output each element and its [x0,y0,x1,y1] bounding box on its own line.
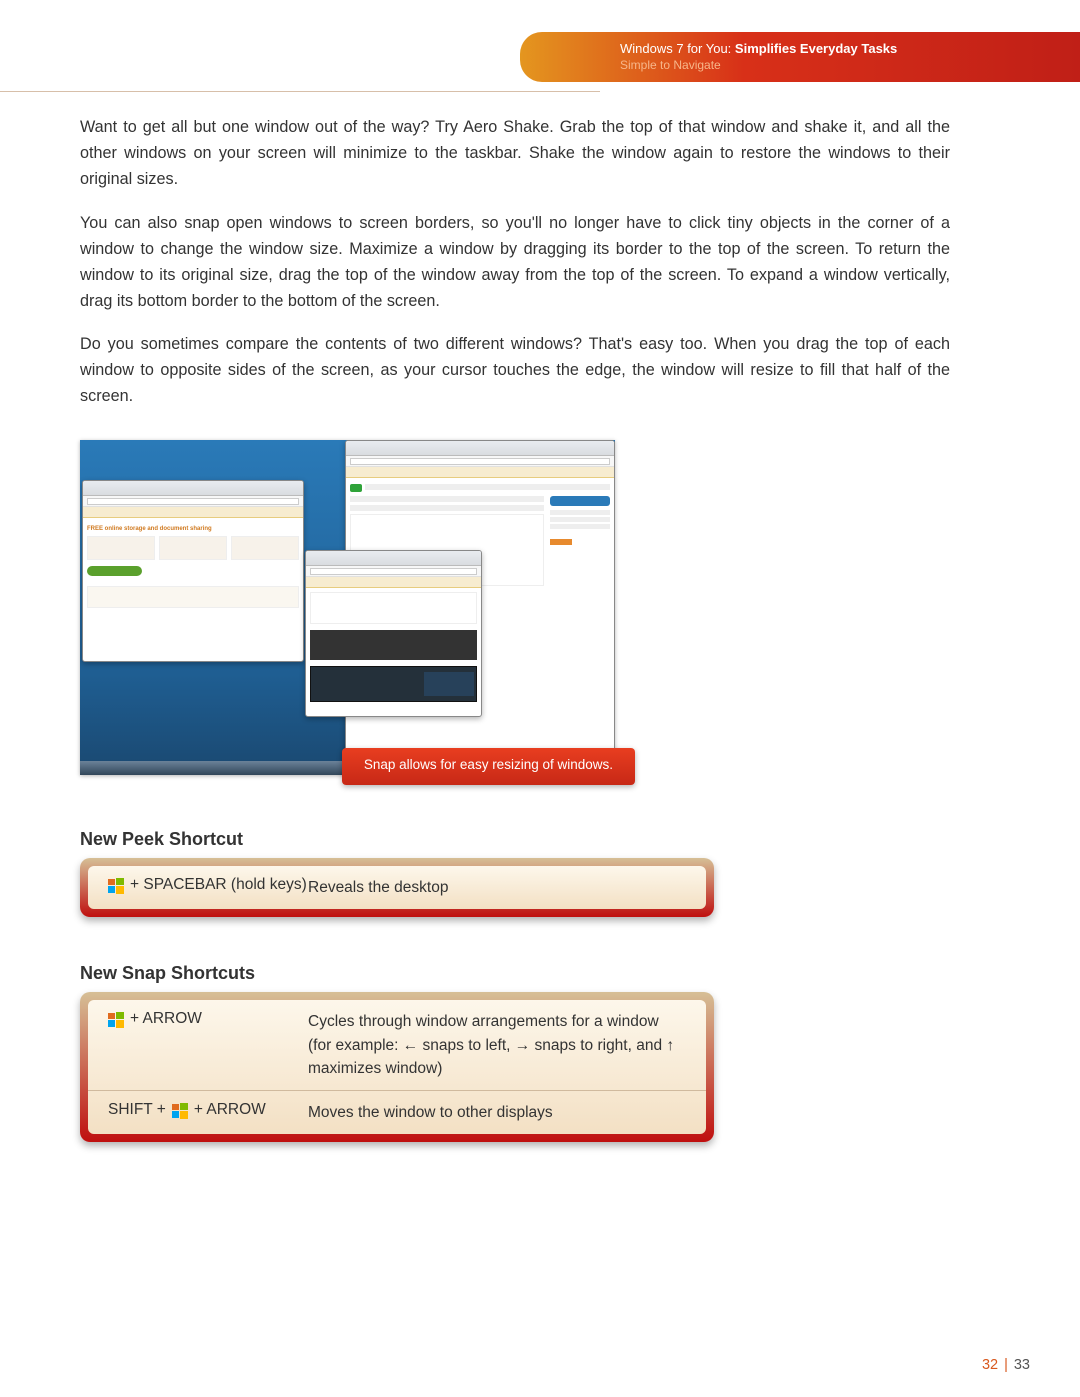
header-title-line: Windows 7 for You: Simplifies Everyday T… [620,41,1080,58]
page-number-sep: | [1004,1357,1008,1373]
snap-shortcut-table: + ARROW Cycles through window arrangemen… [80,992,714,1142]
body-paragraph: Do you sometimes compare the contents of… [80,332,950,410]
snap-screenshot: FREE online storage and document sharing [80,440,615,775]
shortcut-key-text: + ARROW [130,1010,202,1028]
figure-caption: Snap allows for easy resizing of windows… [342,748,635,785]
shortcut-key-text: + ARROW [194,1101,266,1119]
screenshot-window-left: FREE online storage and document sharing [82,480,304,662]
book-prefix: Windows 7 for You: [620,41,735,56]
windows-key-icon [172,1103,188,1119]
page-number-right: 33 [1014,1357,1030,1373]
body-paragraph: You can also snap open windows to screen… [80,211,950,315]
shortcut-description: Moves the window to other displays [308,1101,686,1124]
figure-caption-text: Snap allows for easy resizing of windows… [364,757,613,772]
shortcut-description: Reveals the desktop [308,876,686,899]
shortcut-key-text: + SPACEBAR (hold keys) [130,876,307,894]
shortcut-keys: + SPACEBAR (hold keys) [108,876,308,899]
shortcut-row: + SPACEBAR (hold keys) Reveals the deskt… [88,866,706,909]
section-title-snap: New Snap Shortcuts [80,963,950,984]
shortcut-keys: SHIFT + + ARROW [108,1101,308,1124]
page-number: 32 | 33 [982,1357,1030,1373]
subchapter-name: Simple to Navigate [620,58,1080,74]
chapter-name: Simplifies Everyday Tasks [735,41,897,56]
shortcut-keys: + ARROW [108,1010,308,1080]
screenshot-figure: FREE online storage and document sharing [80,440,615,775]
shortcut-description: Cycles through window arrangements for a… [308,1010,686,1080]
windows-key-icon [108,878,124,894]
page: Windows 7 for You: Simplifies Everyday T… [0,0,1080,1397]
content-area: Want to get all but one window out of th… [80,115,950,1142]
body-paragraph: Want to get all but one window out of th… [80,115,950,193]
page-number-left: 32 [982,1357,998,1373]
windows-key-icon [108,1012,124,1028]
shortcut-row: SHIFT + + ARROW Moves the window to othe… [88,1090,706,1134]
screenshot-window-middle [305,550,482,717]
peek-shortcut-table: + SPACEBAR (hold keys) Reveals the deskt… [80,858,714,917]
header-divider [0,91,600,92]
section-title-peek: New Peek Shortcut [80,829,950,850]
shortcut-row: + ARROW Cycles through window arrangemen… [88,1000,706,1090]
shortcut-key-text: SHIFT + [108,1101,166,1119]
chapter-header: Windows 7 for You: Simplifies Everyday T… [520,32,1080,82]
